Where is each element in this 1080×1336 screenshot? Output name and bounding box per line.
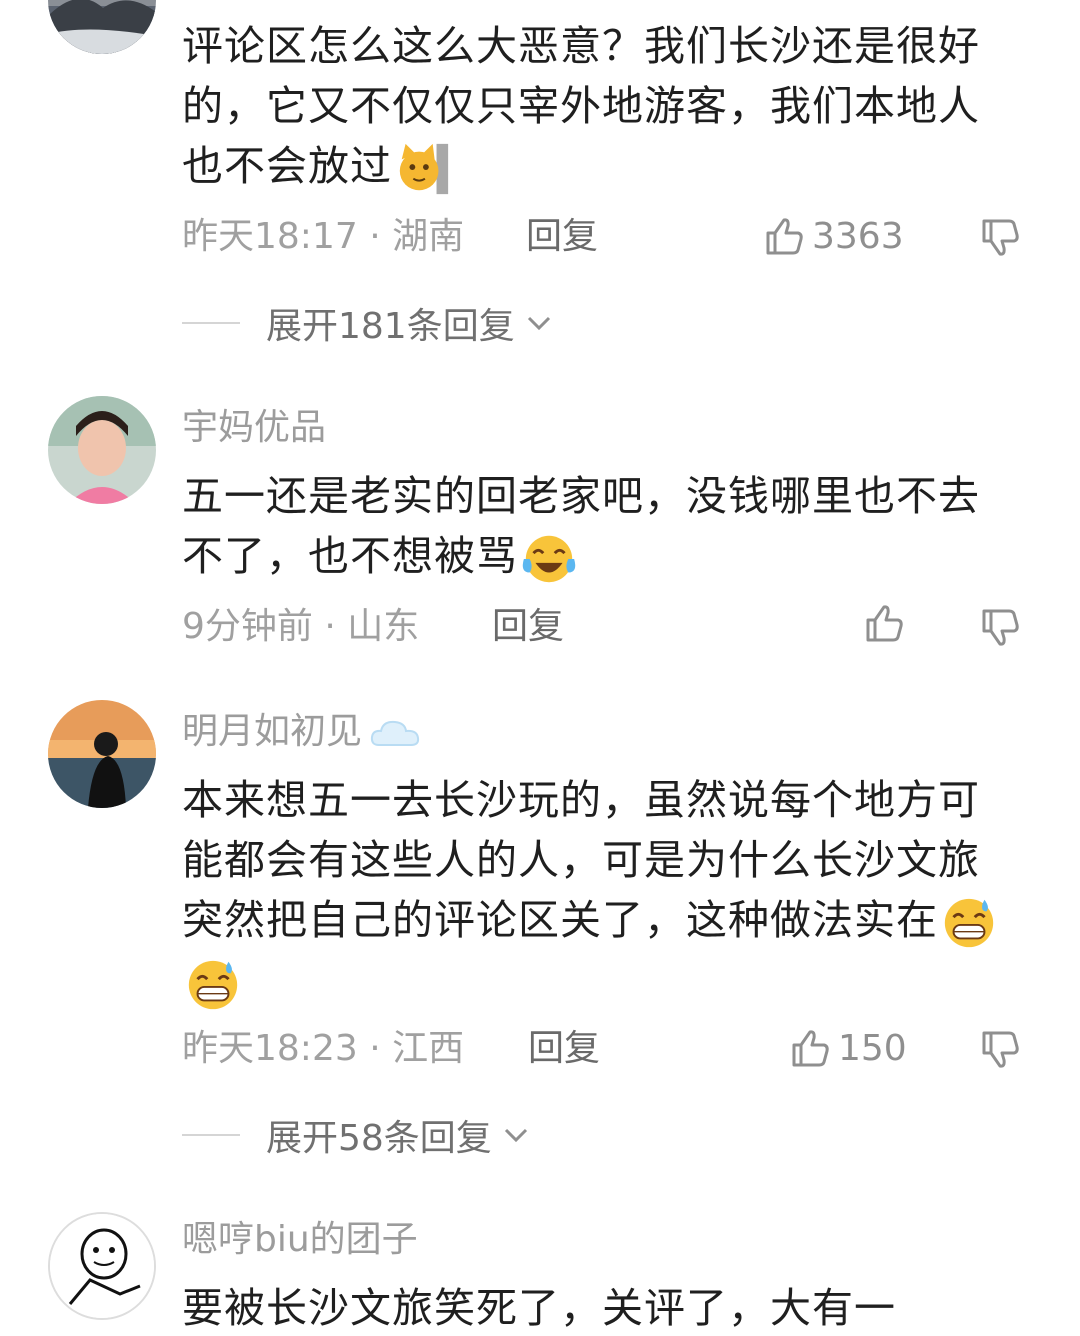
expand-label: 展开58条回复 [266, 1118, 492, 1159]
username[interactable]: 明月如初见 [182, 710, 421, 754]
sweat-smile-emoji [944, 898, 994, 948]
thumbs-down-icon[interactable] [978, 1027, 1022, 1071]
comment-time: 昨天18:17 · 湖南 [182, 216, 465, 257]
thumbs-down-icon[interactable] [978, 215, 1022, 259]
thumbs-down-icon[interactable] [978, 605, 1022, 649]
expand-replies-button[interactable]: 展开58条回复 [182, 1110, 532, 1160]
like-button[interactable]: 3363 [762, 212, 904, 262]
avatar[interactable] [48, 396, 156, 504]
thumbs-up-icon [792, 1030, 829, 1067]
chevron-down-icon [504, 1128, 527, 1143]
comment-meta: 昨天18:17 · 湖南 回复 3363 [182, 212, 1042, 262]
comment-time: 昨天18:23 · 江西 [182, 1028, 465, 1069]
like-button[interactable] [862, 602, 912, 646]
like-count: 3363 [812, 216, 904, 257]
comment-text: 要被长沙文旅笑死了，关评了，大有一 [182, 1284, 896, 1332]
avatar[interactable] [48, 1212, 156, 1320]
comment-meta: 昨天18:23 · 江西 回复 150 [182, 1024, 1042, 1074]
like-button[interactable]: 150 [788, 1024, 907, 1074]
avatar[interactable] [48, 0, 156, 54]
expand-label: 展开181条回复 [266, 306, 515, 347]
divider [182, 322, 240, 324]
expand-replies-button[interactable]: 展开181条回复 [182, 298, 555, 348]
tears-of-joy-emoji [522, 535, 576, 583]
divider [182, 1134, 240, 1136]
comment-meta: 9分钟前 · 山东 回复 [182, 602, 1042, 652]
cat-peek-emoji [399, 143, 449, 195]
comment-text: 五一还是老实的回老家吧，没钱哪里也不去不了，也不想被骂 [182, 466, 1002, 588]
cloud-icon [371, 720, 420, 746]
comment-text: 评论区怎么这么大恶意？我们长沙还是很好的，它又不仅仅只宰外地游客，我们本地人也不… [182, 16, 1002, 198]
username[interactable]: 宇妈优品 [182, 406, 326, 450]
chevron-down-icon [527, 316, 550, 331]
like-count: 150 [838, 1028, 907, 1069]
comment-time: 9分钟前 · 山东 [182, 606, 420, 647]
thumbs-up-icon [766, 218, 803, 255]
comment-text: 本来想五一去长沙玩的，虽然说每个地方可能都会有这些人的人，可是为什么长沙文旅突然… [182, 770, 1002, 1014]
sweat-smile-emoji [188, 960, 238, 1010]
reply-button[interactable]: 回复 [492, 602, 564, 652]
reply-button[interactable]: 回复 [528, 1024, 600, 1074]
avatar[interactable] [48, 700, 156, 808]
thumbs-up-icon [866, 605, 903, 642]
reply-button[interactable]: 回复 [526, 212, 598, 262]
username[interactable]: 嗯哼biu的团子 [182, 1218, 418, 1262]
